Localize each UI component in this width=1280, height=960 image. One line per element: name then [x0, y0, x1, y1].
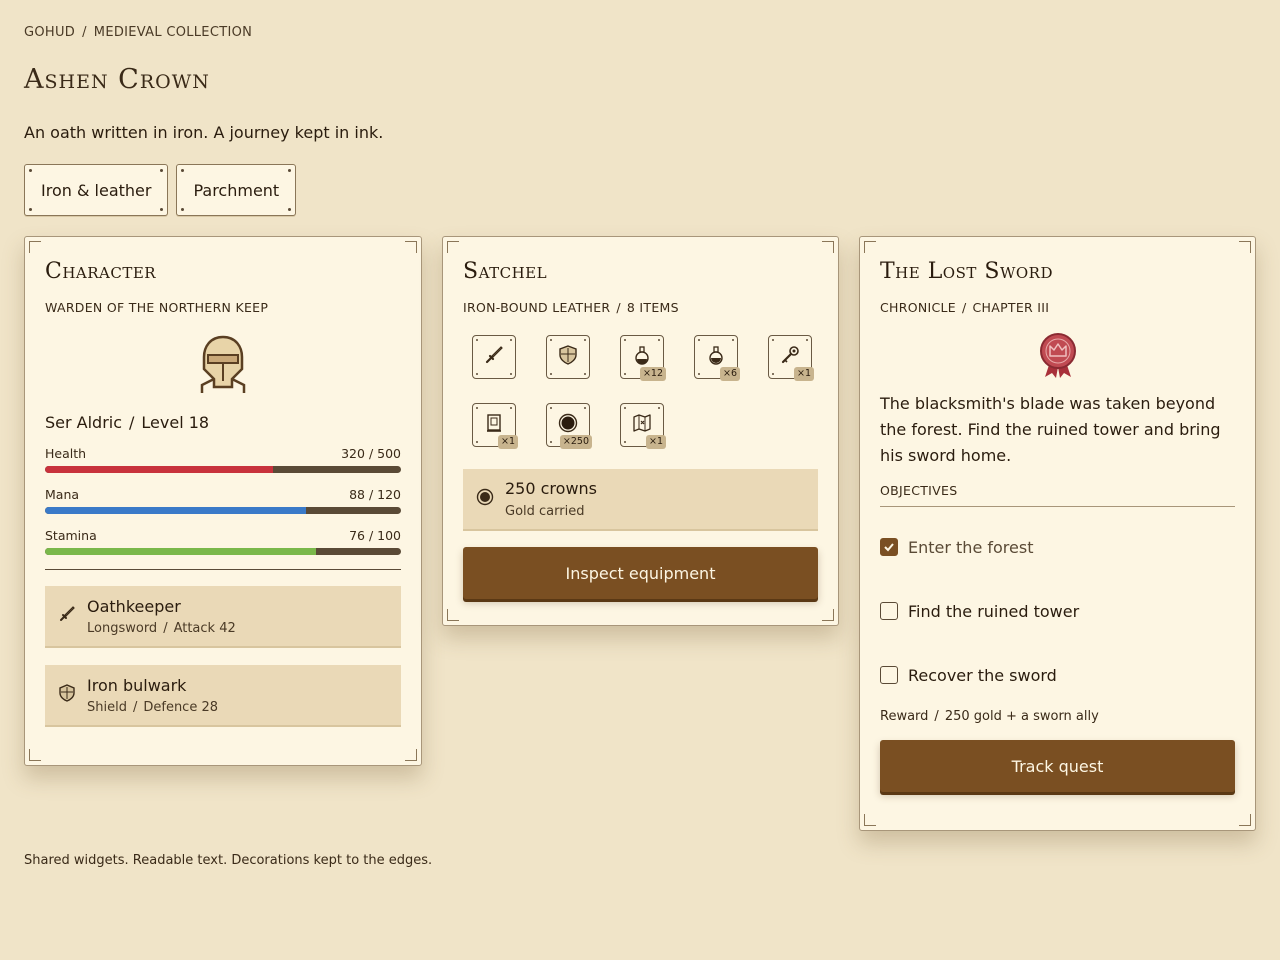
equipment-slot-weapon[interactable]: Oathkeeper Longsword / Attack 42: [45, 586, 401, 648]
satchel-card: Satchel IRON-BOUND LEATHER/8 ITEMS ×12 ×6…: [442, 236, 839, 626]
stat-stamina: Stamina 76 / 100: [45, 528, 401, 555]
stat-health: Health 320 / 500: [45, 446, 401, 473]
character-subtitle: WARDEN OF THE NORTHERN KEEP: [45, 300, 269, 315]
quest-card: The Lost Sword CHRONICLE / CHAPTER III The…: [859, 236, 1256, 831]
objective-label: Recover the sword: [908, 665, 1057, 685]
gold-amount: 250 crowns: [505, 479, 597, 498]
inventory-grid: ×12 ×6 ×1 ×1 ×250 ×1: [463, 335, 818, 449]
knight-helm-icon: [45, 333, 401, 393]
theme-switcher: Iron & leather Parchment: [24, 164, 297, 216]
track-quest-button[interactable]: Track quest: [880, 740, 1235, 792]
satchel-card-title: Satchel: [463, 259, 548, 284]
sword-icon: [57, 604, 77, 628]
quest-card-title: The Lost Sword: [880, 259, 1053, 284]
stat-label: Mana: [45, 487, 80, 502]
stat-fill: [45, 548, 316, 555]
character-card: Character WARDEN OF THE NORTHERN KEEP Se…: [24, 236, 422, 766]
stat-value: 320 / 500: [341, 446, 401, 461]
objective-label: Enter the forest: [908, 537, 1034, 557]
character-level: Level 18: [141, 413, 210, 432]
shield-icon: [57, 683, 77, 707]
divider: [45, 569, 401, 570]
stat-fill: [45, 507, 306, 514]
inventory-slot-3[interactable]: ×12: [620, 335, 666, 381]
character-name: Ser Aldric: [45, 413, 123, 432]
stat-bar: [45, 466, 401, 473]
objective-item[interactable]: Enter the forest: [880, 515, 1235, 579]
wax-seal-icon: [880, 331, 1235, 379]
equipment-slot-shield[interactable]: Iron bulwark Shield / Defence 28: [45, 665, 401, 727]
satchel-subtitle: IRON-BOUND LEATHER/8 ITEMS: [463, 300, 679, 315]
gold-panel: 250 crowns Gold carried: [463, 469, 818, 531]
footer-note: Shared widgets. Readable text. Decoratio…: [24, 853, 433, 868]
sword-icon: [483, 344, 505, 370]
page-title: Ashen Crown: [24, 64, 210, 95]
inventory-slot-4[interactable]: ×6: [694, 335, 740, 381]
stat-value: 88 / 120: [349, 487, 401, 502]
item-count-badge: ×250: [559, 435, 592, 449]
stat-value: 76 / 100: [349, 528, 401, 543]
stat-label: Stamina: [45, 528, 97, 543]
objective-item[interactable]: Find the ruined tower: [880, 579, 1235, 643]
character-card-title: Character: [45, 259, 157, 284]
tagline: An oath written in iron. A journey kept …: [24, 123, 384, 142]
objectives-heading: OBJECTIVES: [880, 483, 1235, 507]
coin-icon: [475, 487, 495, 511]
item-count-badge: ×6: [719, 367, 740, 381]
stat-bar: [45, 548, 401, 555]
checkbox[interactable]: [880, 602, 898, 620]
inventory-slot-6[interactable]: ×1: [472, 403, 518, 449]
objective-label: Find the ruined tower: [908, 601, 1080, 621]
inventory-slot-2[interactable]: [546, 335, 590, 379]
item-count-badge: ×1: [497, 435, 518, 449]
checkbox[interactable]: [880, 666, 898, 684]
inspect-equipment-button[interactable]: Inspect equipment: [463, 547, 818, 599]
item-count-badge: ×12: [639, 367, 666, 381]
item-count-badge: ×1: [645, 435, 666, 449]
breadcrumb-root[interactable]: GOHUD: [24, 25, 75, 40]
inventory-slot-5[interactable]: ×1: [768, 335, 814, 381]
inventory-slot-1[interactable]: [472, 335, 516, 379]
inventory-slot-7[interactable]: ×250: [546, 403, 592, 449]
quest-description: The blacksmith's blade was taken beyond …: [880, 394, 1221, 465]
quest-subtitle: CHRONICLE / CHAPTER III: [880, 300, 1050, 315]
inventory-slot-8[interactable]: ×1: [620, 403, 666, 449]
checkbox-checked[interactable]: [880, 538, 898, 556]
theme-parchment-button[interactable]: Parchment: [176, 164, 297, 216]
breadcrumb-current: MEDIEVAL COLLECTION: [93, 25, 253, 40]
quest-reward: Reward/250 gold + a sworn ally: [880, 709, 1099, 724]
stat-mana: Mana 88 / 120: [45, 487, 401, 514]
character-name-level: Ser Aldric / Level 18: [45, 413, 210, 432]
breadcrumb: GOHUD / MEDIEVAL COLLECTION: [24, 25, 253, 40]
objective-item[interactable]: Recover the sword: [880, 643, 1235, 707]
item-count-badge: ×1: [793, 367, 814, 381]
stat-fill: [45, 466, 273, 473]
gold-label: Gold carried: [505, 504, 585, 519]
shield-icon: [557, 344, 579, 370]
stat-bar: [45, 507, 401, 514]
stat-label: Health: [45, 446, 87, 461]
theme-iron-leather-button[interactable]: Iron & leather: [24, 164, 169, 216]
